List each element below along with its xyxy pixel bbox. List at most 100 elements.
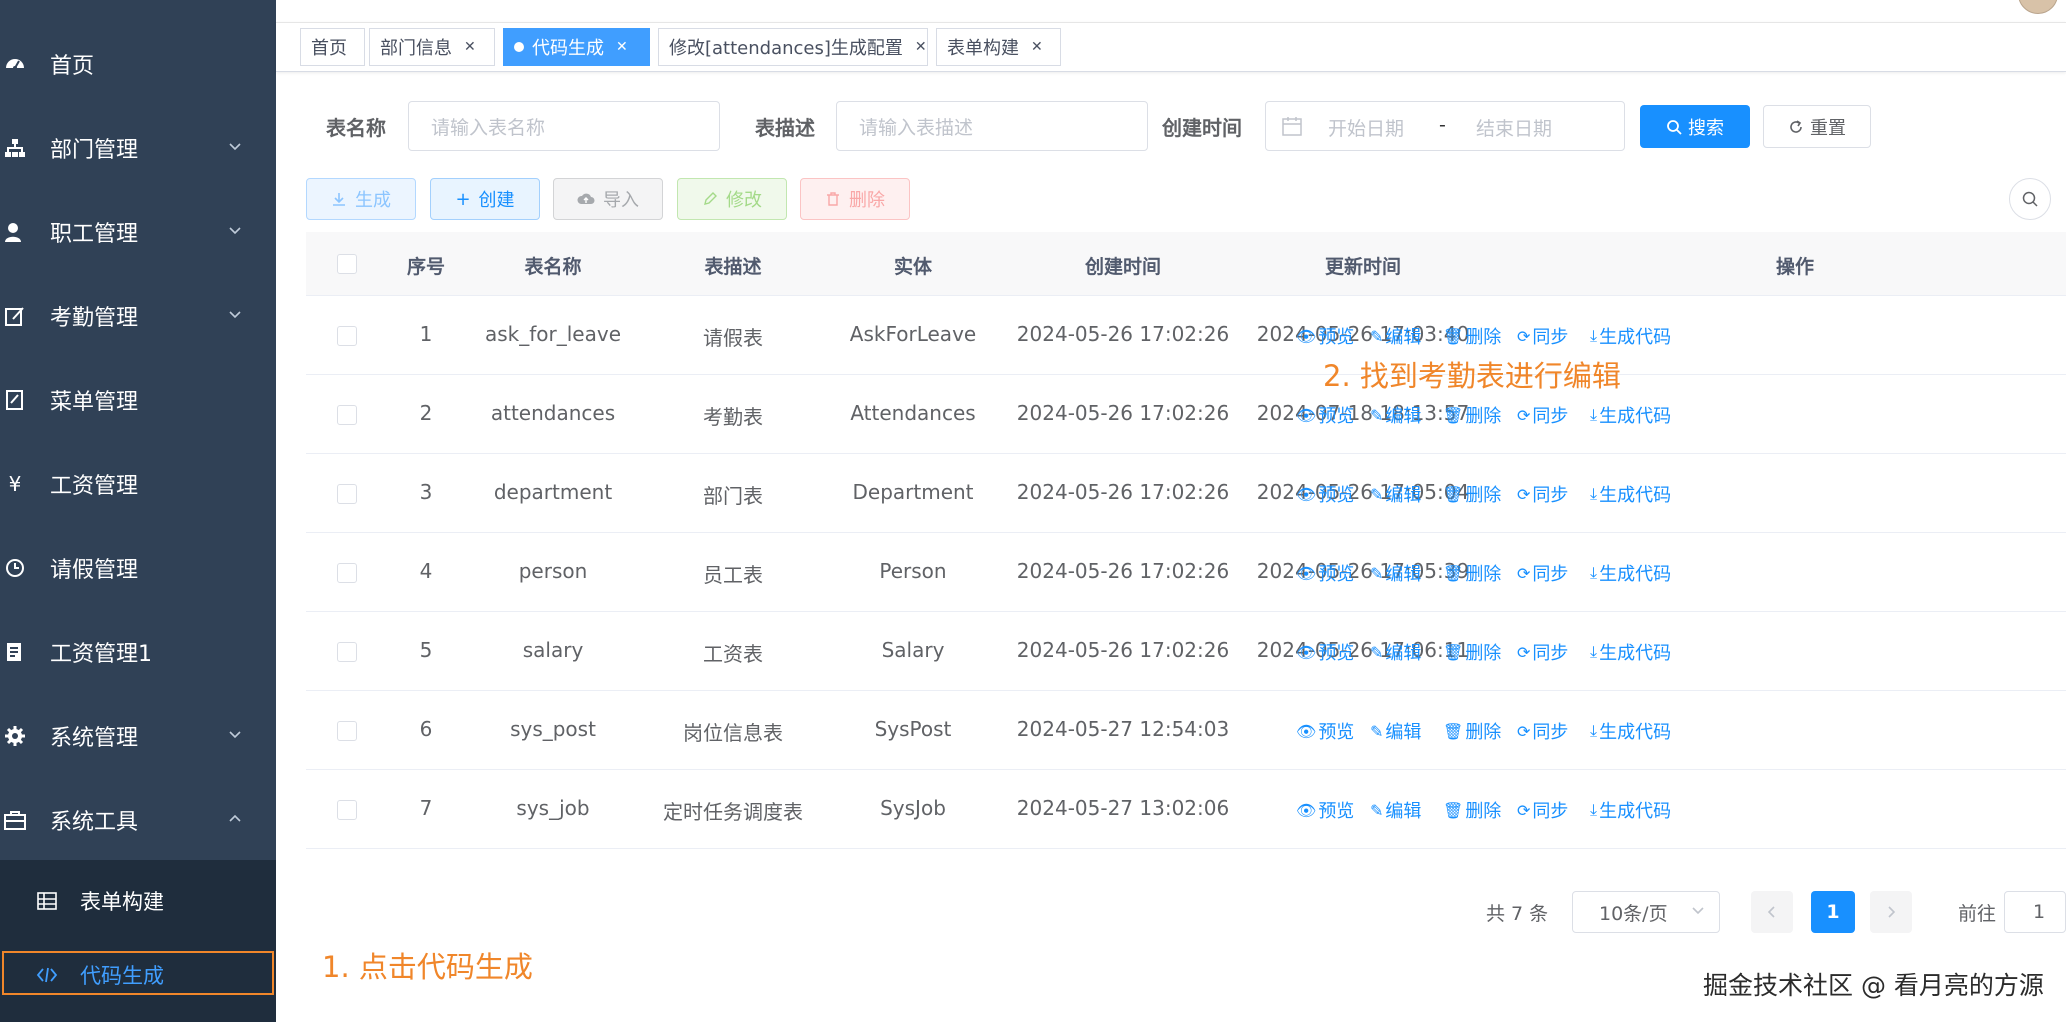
edit-icon: ✎: [1370, 405, 1384, 425]
action-edit-link[interactable]: ✎ 编辑: [1370, 797, 1421, 823]
action-preview-link[interactable]: 👁 预览: [1296, 402, 1354, 428]
cell-created: 2024-05-27 12:54:03: [1016, 717, 1230, 741]
action-generate-link[interactable]: ⤓ 生成代码: [1590, 481, 1671, 507]
edit-button[interactable]: 修改: [677, 178, 787, 220]
close-icon[interactable]: ✕: [1031, 39, 1043, 55]
reset-button[interactable]: 重置: [1763, 105, 1871, 148]
created-date-range-picker[interactable]: 开始日期 - 结束日期: [1265, 101, 1625, 151]
action-label: 删除: [1465, 801, 1502, 822]
action-sync-link[interactable]: ⟳ 同步: [1517, 639, 1568, 665]
action-edit-link[interactable]: ✎ 编辑: [1370, 560, 1421, 586]
chevron-down-icon: [1692, 907, 1704, 915]
action-delete-link[interactable]: 🗑 删除: [1443, 718, 1501, 744]
document-icon: [4, 641, 26, 663]
tag-label: 代码生成: [532, 38, 604, 59]
sidebar-item-salary[interactable]: ¥ 工资管理: [0, 442, 276, 526]
cell-entity: Attendances: [850, 401, 976, 425]
action-preview-link[interactable]: 👁 预览: [1296, 323, 1354, 349]
sidebar-item-system[interactable]: 系统管理: [0, 694, 276, 778]
goto-page-input[interactable]: 1: [2004, 891, 2066, 933]
action-edit-link[interactable]: ✎ 编辑: [1370, 323, 1421, 349]
select-all-checkbox[interactable]: [337, 254, 357, 274]
action-delete-link[interactable]: 🗑 删除: [1443, 797, 1501, 823]
sidebar-item-staff[interactable]: 职工管理: [0, 190, 276, 274]
action-generate-link[interactable]: ⤓ 生成代码: [1590, 560, 1671, 586]
calendar-icon: [1282, 117, 1302, 136]
row-checkbox[interactable]: [337, 642, 357, 662]
table-desc-placeholder: 请输入表描述: [859, 116, 974, 139]
close-icon[interactable]: ✕: [616, 39, 628, 55]
action-preview-link[interactable]: 👁 预览: [1296, 718, 1354, 744]
chevron-up-icon: [229, 814, 241, 822]
action-generate-link[interactable]: ⤓ 生成代码: [1590, 718, 1671, 744]
sidebar-item-salary-1[interactable]: 工资管理1: [0, 610, 276, 694]
row-checkbox[interactable]: [337, 405, 357, 425]
action-delete-link[interactable]: 🗑 删除: [1443, 560, 1501, 586]
create-button[interactable]: + 创建: [430, 178, 540, 220]
page-number-current[interactable]: 1: [1811, 891, 1855, 933]
action-generate-link[interactable]: ⤓ 生成代码: [1590, 639, 1671, 665]
action-generate-link[interactable]: ⤓ 生成代码: [1590, 797, 1671, 823]
next-page-button[interactable]: [1870, 891, 1912, 933]
cell-no: 7: [419, 796, 433, 820]
tag-edit-attendances[interactable]: 修改[attendances]生成配置 ✕: [658, 28, 928, 66]
tag-form-builder[interactable]: 表单构建 ✕: [936, 28, 1061, 66]
table-row: 2 attendances 考勤表 Attendances 2024-05-26 17:…: [306, 375, 2066, 454]
action-sync-link[interactable]: ⟳ 同步: [1517, 718, 1568, 744]
action-edit-link[interactable]: ✎ 编辑: [1370, 402, 1421, 428]
action-generate-link[interactable]: ⤓ 生成代码: [1590, 402, 1671, 428]
action-preview-link[interactable]: 👁 预览: [1296, 797, 1354, 823]
action-edit-link[interactable]: ✎ 编辑: [1370, 481, 1421, 507]
row-checkbox[interactable]: [337, 563, 357, 583]
search-button[interactable]: 搜索: [1640, 105, 1750, 148]
sidebar-item-attendance[interactable]: 考勤管理: [0, 274, 276, 358]
import-button[interactable]: 导入: [553, 178, 663, 220]
search-toggle-button[interactable]: [2009, 178, 2051, 220]
end-date-input[interactable]: 结束日期: [1476, 114, 1552, 141]
sidebar-item-home[interactable]: 首页: [0, 22, 276, 106]
tag-department[interactable]: 部门信息 ✕: [369, 28, 495, 66]
column-header: 创建时间: [1084, 256, 1162, 278]
generate-button[interactable]: 生成: [306, 178, 416, 220]
sidebar-item-form-builder[interactable]: 表单构建: [0, 864, 276, 938]
tag-home[interactable]: 首页: [300, 28, 365, 66]
sidebar-item-tools[interactable]: 系统工具: [0, 778, 276, 862]
table-desc-label: 表描述: [755, 116, 815, 140]
action-sync-link[interactable]: ⟳ 同步: [1517, 560, 1568, 586]
cell-created: 2024-05-26 17:02:26: [1016, 480, 1230, 504]
table-name-input[interactable]: 请输入表名称: [408, 101, 720, 151]
page-size-select[interactable]: 10条/页: [1572, 891, 1720, 933]
table-desc-input[interactable]: 请输入表描述: [836, 101, 1148, 151]
chevron-down-icon: [229, 731, 241, 739]
action-sync-link[interactable]: ⟳ 同步: [1517, 402, 1568, 428]
action-preview-link[interactable]: 👁 预览: [1296, 481, 1354, 507]
row-checkbox[interactable]: [337, 800, 357, 820]
tag-code-gen[interactable]: 代码生成 ✕: [503, 28, 650, 66]
close-icon[interactable]: ✕: [464, 39, 476, 55]
action-label: 预览: [1318, 722, 1355, 743]
action-generate-link[interactable]: ⤓ 生成代码: [1590, 323, 1671, 349]
close-icon[interactable]: ✕: [915, 39, 927, 55]
sidebar-item-leave[interactable]: 请假管理: [0, 526, 276, 610]
prev-page-button[interactable]: [1751, 891, 1793, 933]
action-preview-link[interactable]: 👁 预览: [1296, 639, 1354, 665]
action-preview-link[interactable]: 👁 预览: [1296, 560, 1354, 586]
action-edit-link[interactable]: ✎ 编辑: [1370, 639, 1421, 665]
sidebar-item-department[interactable]: 部门管理: [0, 106, 276, 190]
avatar[interactable]: [2018, 0, 2058, 14]
action-delete-link[interactable]: 🗑 删除: [1443, 402, 1501, 428]
action-delete-link[interactable]: 🗑 删除: [1443, 323, 1501, 349]
delete-button[interactable]: 删除: [800, 178, 910, 220]
row-checkbox[interactable]: [337, 721, 357, 741]
action-sync-link[interactable]: ⟳ 同步: [1517, 797, 1568, 823]
sidebar-item-menu[interactable]: 菜单管理: [0, 358, 276, 442]
action-edit-link[interactable]: ✎ 编辑: [1370, 718, 1421, 744]
action-delete-link[interactable]: 🗑 删除: [1443, 481, 1501, 507]
action-label: 生成代码: [1599, 722, 1672, 743]
row-checkbox[interactable]: [337, 484, 357, 504]
action-delete-link[interactable]: 🗑 删除: [1443, 639, 1501, 665]
action-sync-link[interactable]: ⟳ 同步: [1517, 481, 1568, 507]
action-sync-link[interactable]: ⟳ 同步: [1517, 323, 1568, 349]
row-checkbox[interactable]: [337, 326, 357, 346]
start-date-input[interactable]: 开始日期: [1328, 114, 1404, 141]
